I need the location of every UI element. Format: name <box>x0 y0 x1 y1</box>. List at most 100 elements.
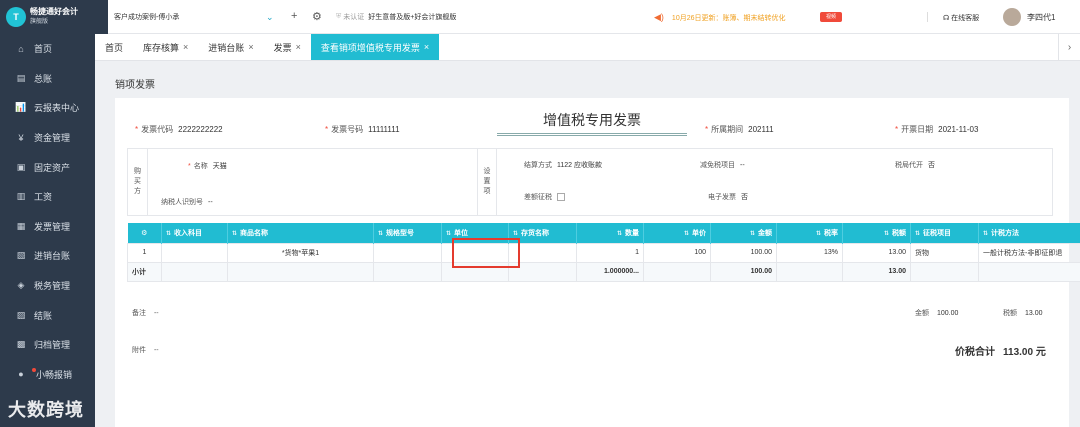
sort-icon[interactable]: ⇅ <box>232 231 237 237</box>
column-header-label: 金额 <box>758 229 772 237</box>
attachment-value[interactable]: -- <box>154 347 159 354</box>
table-cell[interactable]: 100.00 <box>710 242 777 263</box>
sort-icon[interactable]: ⇅ <box>983 231 988 237</box>
table-cell[interactable]: 100 <box>643 242 711 263</box>
sort-icon[interactable]: ⇅ <box>816 231 821 237</box>
title-underline <box>497 133 687 136</box>
tab-3[interactable]: 发票 × <box>264 34 311 60</box>
subtotal-row: 小计 1.000000... 100.00 13.00 <box>127 261 1080 282</box>
sort-icon[interactable]: ⇅ <box>513 231 518 237</box>
table-cell[interactable]: 货物 <box>910 242 979 263</box>
table-cell[interactable] <box>441 242 509 263</box>
online-service-button[interactable]: ☊ 在线客服 <box>943 13 979 23</box>
sidebar-item-7[interactable]: ▧ 进销台账 <box>0 241 95 271</box>
headset-icon: ☊ <box>943 15 950 22</box>
column-header[interactable]: ⇅ 税额 <box>842 223 911 243</box>
field-label: 名称 <box>193 163 208 170</box>
account-selector[interactable]: 客户成功案例-傅小承 ⌄ <box>114 10 278 24</box>
archive-icon: ▩ <box>16 339 26 350</box>
table-cell <box>161 261 228 282</box>
sidebar-item-label: 工资 <box>34 192 53 203</box>
tab-4[interactable]: 查看销项增值税专用发票 × <box>310 34 440 60</box>
sort-icon[interactable]: ⇅ <box>378 231 383 237</box>
service-label: 在线客服 <box>951 15 980 22</box>
total-field: 价税合计 113.00 元 <box>955 343 1046 358</box>
table-cell[interactable] <box>373 242 442 263</box>
sidebar-item-label: 小畅报销 <box>36 369 73 380</box>
table-cell[interactable]: 1 <box>576 242 644 263</box>
table-cell[interactable]: 13.00 <box>842 242 911 263</box>
video-icon[interactable]: 视频 <box>820 12 842 22</box>
table-cell[interactable] <box>508 242 577 263</box>
table-cell[interactable]: *货物*苹果1 <box>227 242 374 263</box>
sort-icon[interactable]: ⇅ <box>166 231 171 237</box>
sidebar-item-8[interactable]: ◈ 税务管理 <box>0 271 95 301</box>
column-header[interactable]: ⇅ 单价 <box>643 223 711 243</box>
gear-icon[interactable]: ⚙ <box>312 10 322 23</box>
column-header[interactable]: ⇅ 征税项目 <box>910 223 979 243</box>
sort-icon[interactable]: ⇅ <box>915 231 920 237</box>
sidebar-item-1[interactable]: ▤ 总账 <box>0 64 95 94</box>
field-label: 纳税人识别号 <box>161 199 203 206</box>
close-icon[interactable]: × <box>248 42 253 52</box>
sort-icon[interactable]: ⇅ <box>684 231 689 237</box>
field-label: 所属期间 <box>711 125 744 134</box>
amount-field: 金额 100.00 <box>915 308 958 318</box>
table-cell <box>508 261 577 282</box>
sidebar-item-11[interactable]: ● 小畅报销 <box>0 360 95 390</box>
sort-icon[interactable]: ⇅ <box>750 231 755 237</box>
sidebar-item-2[interactable]: 📊 云报表中心 <box>0 93 95 123</box>
app-logo[interactable]: T 畅捷通好会计 旗舰版 <box>0 0 108 34</box>
add-icon[interactable]: + <box>291 10 297 22</box>
diff-tax-checkbox[interactable] <box>557 193 565 202</box>
table-cell[interactable]: 1 <box>127 242 162 263</box>
table-cell[interactable]: 一般计税方法-非即征即退 <box>978 242 1080 263</box>
column-header[interactable]: ⇅ 税率 <box>776 223 843 243</box>
home-icon: ⌂ <box>18 43 24 54</box>
table-cell <box>441 261 509 282</box>
sidebar-item-10[interactable]: ▩ 归档管理 <box>0 330 95 360</box>
chevron-right-icon[interactable]: › <box>1058 34 1080 61</box>
sidebar-item-3[interactable]: ¥ 资金管理 <box>0 123 95 153</box>
column-header[interactable]: ⇅ 金额 <box>710 223 777 243</box>
sidebar-item-4[interactable]: ▣ 固定资产 <box>0 152 95 182</box>
salary-icon: ▥ <box>16 191 26 202</box>
taxpayer-id-value: -- <box>208 199 213 206</box>
tab-2[interactable]: 进销台账 × <box>198 34 263 60</box>
column-header[interactable]: ⇅ 规格型号 <box>373 223 442 243</box>
column-header-label: 计税方法 <box>991 229 1020 237</box>
agent-issue-value: 否 <box>928 162 935 169</box>
column-header-label: ⚙ <box>141 229 148 237</box>
column-header[interactable]: ⇅ 收入科目 <box>161 223 228 243</box>
speaker-icon: ◀) <box>654 12 664 22</box>
sidebar-item-6[interactable]: ▦ 发票管理 <box>0 212 95 242</box>
column-header[interactable]: ⇅ 存货名称 <box>508 223 577 243</box>
certification-status[interactable]: ⛨ 未认证 好生意普及版+好会计旗舰版 <box>336 12 456 22</box>
tab-1[interactable]: 库存核算 × <box>133 34 198 60</box>
column-header-label: 存货名称 <box>521 229 550 237</box>
column-header[interactable]: ⇅ 数量 <box>576 223 644 243</box>
table-row: 1 *货物*苹果1 1 100 100.00 13% 13.00 货物 一般计税方法-非即征即退 <box>127 242 1080 263</box>
sidebar-item-5[interactable]: ▥ 工资 <box>0 182 95 212</box>
user-menu[interactable]: 李四代1 <box>1003 8 1055 26</box>
table-cell[interactable]: 13% <box>776 242 843 263</box>
sidebar-item-9[interactable]: ▨ 结账 <box>0 300 95 330</box>
close-icon[interactable]: × <box>424 42 429 52</box>
close-icon[interactable]: × <box>296 42 301 52</box>
edition-note: 好生意普及版+好会计旗舰版 <box>368 14 457 21</box>
close-icon[interactable]: × <box>183 42 188 52</box>
update-notice[interactable]: ◀) 10月26日更新：账簿、期末结转优化 <box>654 12 786 23</box>
column-header[interactable]: ⇅ 商品名称 <box>227 223 374 243</box>
app-name: 畅捷通好会计 <box>30 7 78 16</box>
sort-icon[interactable]: ⇅ <box>884 231 889 237</box>
sidebar-item-0[interactable]: ⌂ 首页 <box>0 34 95 64</box>
column-header[interactable]: ⇅ 计税方法 <box>978 223 1080 243</box>
period-field: * 所属期间 202111 <box>705 125 774 134</box>
sort-icon[interactable]: ⇅ <box>446 231 451 237</box>
table-cell: 1.000000... <box>576 261 644 282</box>
table-cell[interactable] <box>161 242 228 263</box>
column-settings-icon[interactable]: ⚙ <box>127 223 162 243</box>
tab-0[interactable]: 首页 <box>95 34 133 60</box>
column-header[interactable]: ⇅ 单位 <box>441 223 509 243</box>
sort-icon[interactable]: ⇅ <box>617 231 622 237</box>
